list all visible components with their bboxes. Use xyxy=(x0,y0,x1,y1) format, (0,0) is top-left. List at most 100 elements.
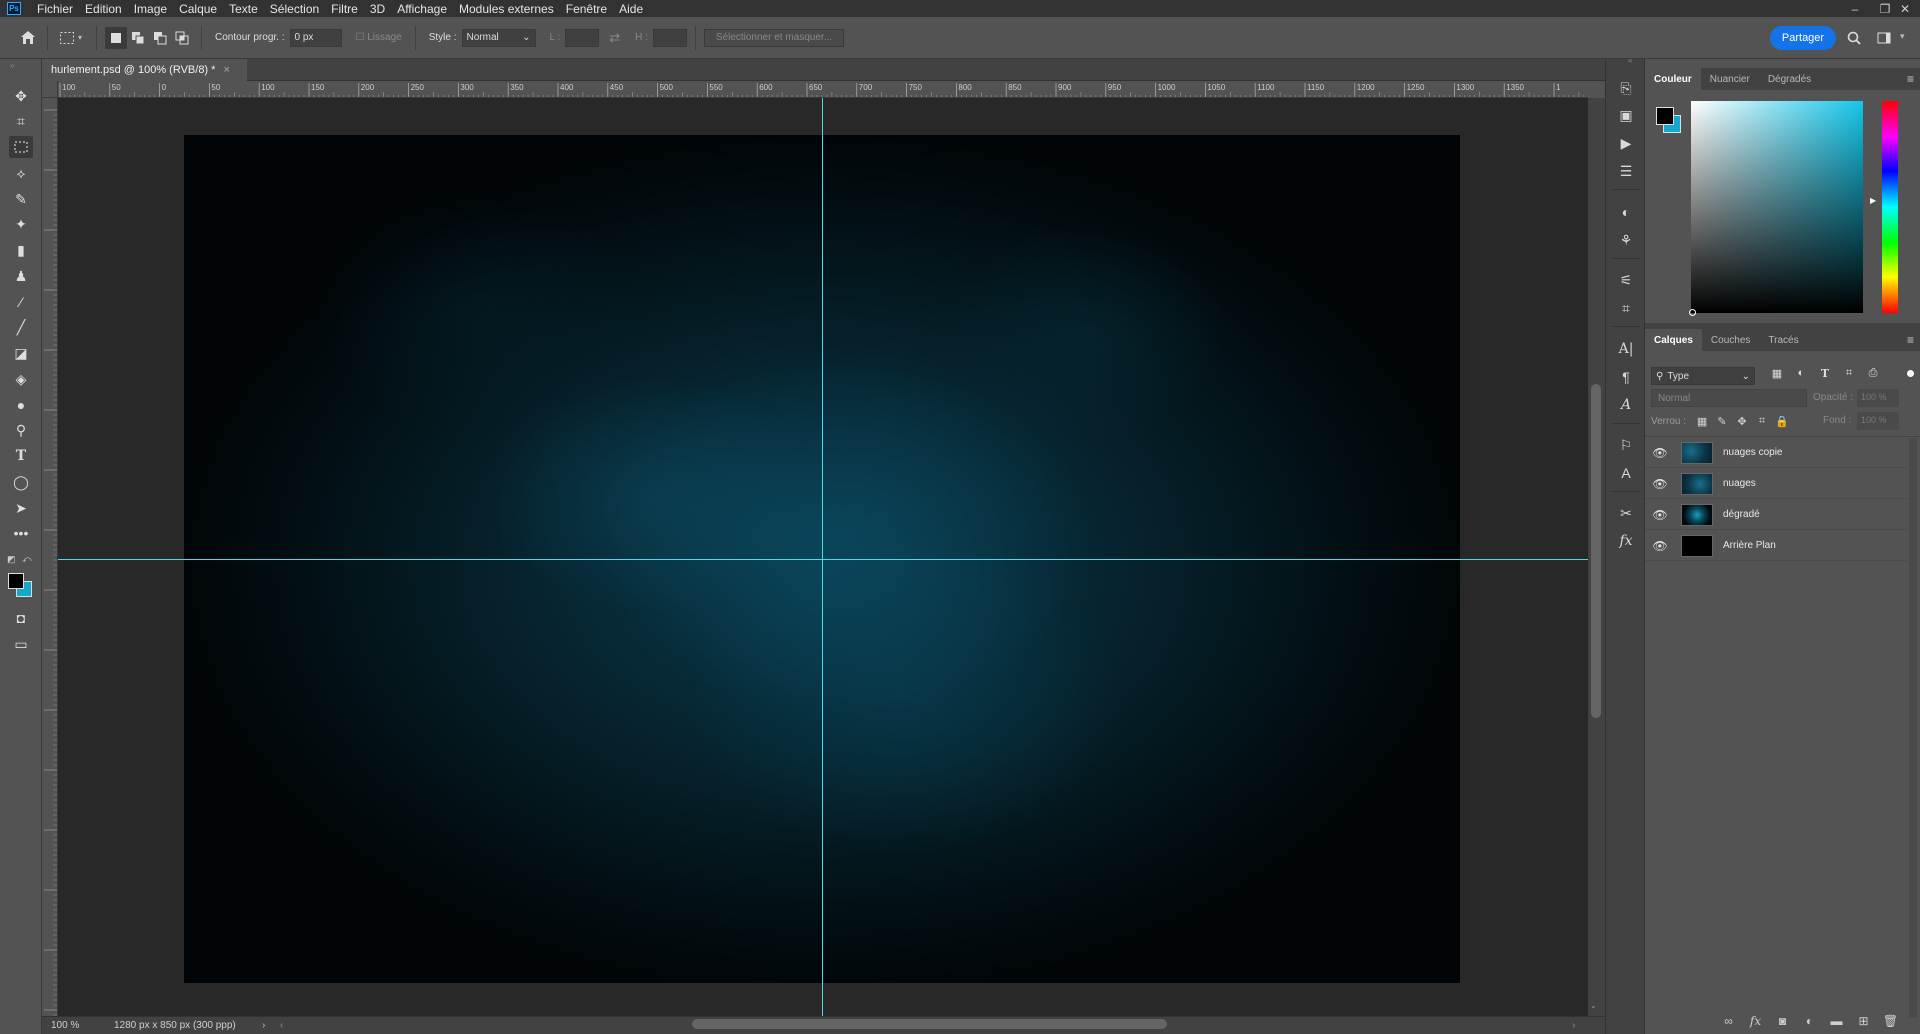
tab-nuancier[interactable]: Nuancier xyxy=(1701,68,1759,90)
tab-calques[interactable]: Calques xyxy=(1645,329,1702,351)
adjustments-icon[interactable]: ◐ xyxy=(1614,201,1638,223)
stamp-tool-icon[interactable]: ♟ xyxy=(9,265,33,287)
search-icon[interactable] xyxy=(1843,27,1865,49)
libraries-icon[interactable]: ⚘ xyxy=(1614,229,1638,251)
lock-position-icon[interactable]: ✥ xyxy=(1732,415,1752,428)
chevron-down-icon[interactable]: ▾ xyxy=(78,33,82,42)
layer-row[interactable]: 👁 nuages copie xyxy=(1645,438,1907,468)
chevron-down-icon[interactable]: ▾ xyxy=(1900,31,1905,42)
opacity-input[interactable]: 100 % xyxy=(1857,389,1899,407)
marquee-preset-icon[interactable] xyxy=(56,27,78,49)
tools-cut-icon[interactable]: ✂ xyxy=(1614,502,1638,524)
layer-name[interactable]: nuages xyxy=(1723,478,1756,489)
close-window-button[interactable]: ✕ xyxy=(1890,0,1920,17)
tab-couleur[interactable]: Couleur xyxy=(1645,68,1701,90)
paragraph-icon[interactable]: ¶ xyxy=(1614,366,1638,388)
history-icon[interactable]: ⎘ xyxy=(1614,77,1638,99)
layers-scrollbar[interactable] xyxy=(1909,438,1917,1018)
scroll-right-icon[interactable]: › xyxy=(1572,1020,1575,1031)
collapse-icon[interactable]: « xyxy=(1628,56,1632,65)
contour-input[interactable]: 0 px xyxy=(289,28,342,47)
lock-pixels-icon[interactable]: ✎ xyxy=(1712,415,1732,428)
move-tool-icon[interactable]: ✥ xyxy=(9,85,33,107)
layer-filter-select[interactable]: ⚲ Type ⌄ xyxy=(1651,367,1755,385)
menu-fenetre[interactable]: Fenêtre xyxy=(560,2,613,16)
paragraph-styles-icon[interactable]: ⚐ xyxy=(1614,434,1638,456)
menu-affichage[interactable]: Affichage xyxy=(391,2,453,16)
subtract-selection-icon[interactable] xyxy=(149,27,171,49)
color-picker-cursor[interactable] xyxy=(1689,309,1696,316)
layer-name[interactable]: Arrière Plan xyxy=(1723,540,1776,551)
pixel-filter-icon[interactable]: ▦ xyxy=(1765,367,1789,380)
width-input[interactable] xyxy=(565,28,600,47)
styles-fx-icon[interactable]: fx xyxy=(1614,530,1638,552)
menu-image[interactable]: Image xyxy=(128,2,173,16)
visibility-eye-icon[interactable]: 👁 xyxy=(1645,508,1675,522)
hue-slider[interactable] xyxy=(1882,101,1898,313)
zoom-level[interactable]: 100 % xyxy=(51,1020,101,1031)
menu-aide[interactable]: Aide xyxy=(613,2,649,16)
dodge-tool-icon[interactable]: ⚲ xyxy=(9,419,33,441)
menu-calque[interactable]: Calque xyxy=(173,2,223,16)
menu-filtre[interactable]: Filtre xyxy=(325,2,364,16)
canvas-area[interactable] xyxy=(58,98,1588,1016)
height-input[interactable] xyxy=(652,28,687,47)
actions-play-icon[interactable]: ▶ xyxy=(1614,132,1638,154)
adjust-sliders-icon[interactable]: ☰ xyxy=(1614,160,1638,182)
vertical-guide[interactable] xyxy=(822,98,823,1016)
ellipse-tool-icon[interactable]: ◯ xyxy=(9,471,33,493)
brush-tool-icon[interactable]: ╱ xyxy=(9,316,33,338)
brush-settings-icon[interactable]: ⌗ xyxy=(1614,297,1638,319)
tab-traces[interactable]: Tracés xyxy=(1759,329,1807,351)
menu-modules-externes[interactable]: Modules externes xyxy=(453,2,560,16)
minimize-button[interactable]: – xyxy=(1840,0,1870,17)
tool-presets-icon[interactable]: ⚟ xyxy=(1614,269,1638,291)
shape-filter-icon[interactable]: ⌗ xyxy=(1837,367,1861,380)
link-layers-icon[interactable]: ∞ xyxy=(1715,1014,1742,1028)
scroll-left-icon[interactable]: ‹ xyxy=(280,1020,283,1031)
adjustment-layer-icon[interactable]: ◐ xyxy=(1796,1014,1823,1028)
new-group-icon[interactable]: ▬ xyxy=(1823,1014,1850,1028)
chevron-right-icon[interactable]: › xyxy=(262,1020,265,1031)
visibility-eye-icon[interactable]: 👁 xyxy=(1645,446,1675,460)
add-selection-icon[interactable] xyxy=(127,27,149,49)
menu-selection[interactable]: Sélection xyxy=(264,2,325,16)
delete-layer-icon[interactable]: 🗑 xyxy=(1877,1014,1904,1028)
type-tool-icon[interactable]: T xyxy=(9,445,33,467)
panel-menu-icon[interactable]: ≡ xyxy=(1907,333,1914,347)
lissage-checkbox[interactable]: ☐ Lissage xyxy=(356,32,402,43)
fill-input[interactable]: 100 % xyxy=(1857,412,1899,430)
close-tab-icon[interactable]: × xyxy=(223,64,229,76)
layer-name[interactable]: nuages copie xyxy=(1723,447,1783,458)
screen-mode-icon[interactable]: ▭ xyxy=(9,633,33,655)
visibility-eye-icon[interactable]: 👁 xyxy=(1645,539,1675,553)
type-filter-icon[interactable]: T xyxy=(1813,367,1837,380)
eyedropper-icon[interactable]: ⁄ xyxy=(9,291,33,313)
select-and-mask-button[interactable]: Sélectionner et masquer... xyxy=(703,28,844,47)
share-button[interactable]: Partager xyxy=(1770,26,1836,50)
menu-texte[interactable]: Texte xyxy=(223,2,264,16)
color-panel-foreground[interactable] xyxy=(1656,107,1674,125)
add-mask-icon[interactable]: ◙ xyxy=(1769,1014,1796,1028)
blend-mode-select[interactable]: Normal xyxy=(1651,389,1807,407)
foreground-color-swatch[interactable] xyxy=(8,573,24,589)
marquee-tool-icon[interactable] xyxy=(9,136,33,158)
collapse-icon[interactable]: » xyxy=(10,61,14,70)
properties-icon[interactable]: ▣ xyxy=(1614,104,1638,126)
visibility-eye-icon[interactable]: 👁 xyxy=(1645,477,1675,491)
more-tools-icon[interactable]: ••• xyxy=(9,522,33,544)
layer-name[interactable]: dégradé xyxy=(1723,509,1760,520)
intersect-selection-icon[interactable] xyxy=(171,27,193,49)
blur-tool-icon[interactable]: ● xyxy=(9,394,33,416)
paint-bucket-icon[interactable]: ◈ xyxy=(9,368,33,390)
horizontal-guide[interactable] xyxy=(58,559,1588,560)
menu-fichier[interactable]: Fichier xyxy=(31,2,79,16)
crop-tool-icon[interactable]: ⌗ xyxy=(9,110,33,132)
glyphs-icon[interactable]: A xyxy=(1614,394,1638,416)
tab-couches[interactable]: Couches xyxy=(1702,329,1759,351)
new-selection-icon[interactable] xyxy=(105,26,128,49)
smart-object-filter-icon[interactable]: ⎙ xyxy=(1861,367,1885,380)
lock-all-icon[interactable]: 🔒 xyxy=(1772,415,1792,428)
color-picker-field[interactable] xyxy=(1691,101,1863,313)
object-select-tool-icon[interactable]: ⟡ xyxy=(9,162,33,184)
